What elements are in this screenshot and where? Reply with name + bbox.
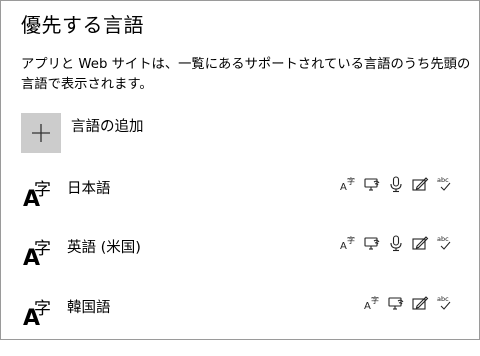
svg-text:abc: abc — [437, 176, 449, 184]
display-language-icon: A字 — [339, 175, 357, 193]
preferred-languages-panel: 優先する言語 アプリと Web サイトは、一覧にあるサポートされている言語のうち… — [0, 0, 480, 340]
language-glyph-icon: A 字 — [23, 296, 59, 336]
add-language-button[interactable] — [21, 113, 61, 153]
language-item-japanese[interactable]: A 字 日本語 A 字 abc — [1, 175, 479, 237]
spell-check-icon: abc — [435, 234, 453, 252]
glyph-cjk: 字 — [34, 239, 51, 259]
language-name: 英語 (米国) — [67, 240, 141, 256]
speech-recognition-icon — [387, 234, 405, 252]
speech-recognition-icon — [387, 175, 405, 193]
display-language-icon: A字 — [339, 234, 357, 252]
glyph-cjk: 字 — [34, 299, 51, 319]
svg-text:字: 字 — [347, 235, 355, 245]
svg-text:abc: abc — [437, 235, 449, 243]
svg-text:A: A — [340, 241, 347, 252]
display-language-icon: A字 — [363, 294, 381, 312]
glyph-cjk: 字 — [34, 180, 51, 200]
language-item-korean[interactable]: A 字 韓国語 A 字 abc — [1, 294, 479, 356]
text-to-speech-icon — [363, 175, 381, 193]
page-description: アプリと Web サイトは、一覧にあるサポートされている言語のうち先頭の言語で表… — [21, 57, 471, 92]
handwriting-icon — [411, 234, 429, 252]
svg-text:A: A — [364, 301, 371, 312]
language-name: 日本語 — [67, 181, 111, 197]
spell-check-icon: abc — [435, 294, 453, 312]
page-title: 優先する言語 — [21, 13, 144, 37]
language-glyph-icon: A 字 — [23, 236, 59, 276]
language-name: 韓国語 — [67, 300, 111, 316]
language-glyph-icon: A 字 — [23, 177, 59, 217]
svg-text:字: 字 — [371, 295, 379, 305]
svg-text:字: 字 — [347, 176, 355, 186]
text-to-speech-icon — [363, 234, 381, 252]
svg-text:A: A — [340, 182, 347, 193]
text-to-speech-icon — [387, 294, 405, 312]
spell-check-icon: abc — [435, 175, 453, 193]
handwriting-icon — [411, 294, 429, 312]
svg-text:abc: abc — [437, 295, 449, 303]
plus-icon — [31, 123, 51, 143]
handwriting-icon — [411, 175, 429, 193]
add-language-label[interactable]: 言語の追加 — [71, 115, 144, 136]
language-item-english-us[interactable]: A 字 英語 (米国) A 字 abc — [1, 234, 479, 296]
